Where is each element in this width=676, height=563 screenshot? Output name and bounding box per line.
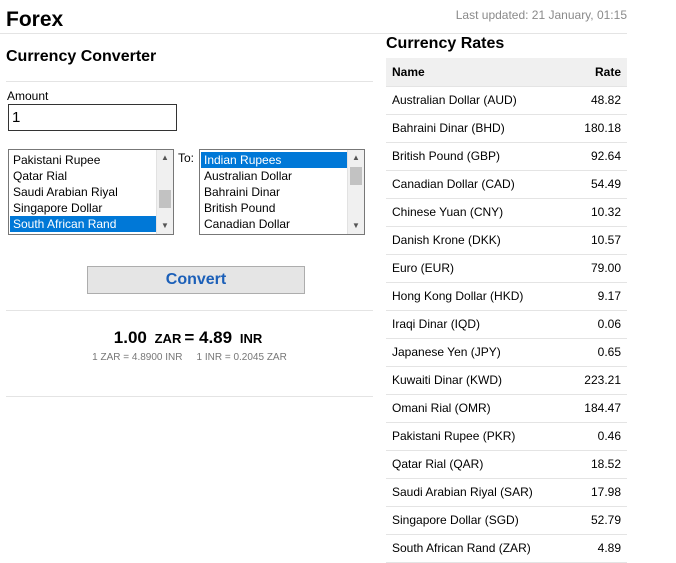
currency-rate: 184.47: [568, 394, 627, 423]
list-option[interactable]: Canadian Dollar: [201, 216, 347, 232]
scroll-down-arrow-icon[interactable]: ▼: [348, 218, 364, 234]
table-row: Danish Krone (DKK) 10.57: [386, 226, 627, 255]
list-option[interactable]: Singapore Dollar: [10, 200, 156, 216]
list-option[interactable]: Australian Dollar: [201, 168, 347, 184]
table-row: Euro (EUR) 79.00: [386, 254, 627, 283]
currency-rate: 79.00: [568, 254, 627, 283]
result-from-code: ZAR: [154, 331, 182, 346]
rate-forward: 1 ZAR = 4.8900 INR: [92, 352, 183, 363]
currency-rate: 48.82: [568, 86, 627, 115]
currency-name: Singapore Dollar (SGD): [386, 506, 569, 535]
currency-name: Omani Rial (OMR): [386, 394, 569, 423]
table-row: Kuwaiti Dinar (KWD) 223.21: [386, 366, 627, 395]
currency-rate: 0.06: [568, 310, 627, 339]
currency-rate: 18.52: [568, 450, 627, 479]
scroll-up-arrow-icon[interactable]: ▲: [157, 150, 173, 166]
scroll-thumb[interactable]: [350, 167, 362, 185]
table-row: British Pound (GBP) 92.64: [386, 142, 627, 171]
scroll-thumb[interactable]: [159, 190, 171, 208]
to-listbox-scrollbar[interactable]: ▲ ▼: [347, 150, 364, 234]
app-title: Forex: [6, 8, 64, 31]
currency-rate: 223.21: [568, 366, 627, 395]
result-from-amount: 1.00: [113, 328, 147, 347]
currency-rate: 17.98: [568, 478, 627, 507]
amount-input[interactable]: [8, 104, 177, 131]
convert-button[interactable]: Convert: [87, 266, 305, 294]
currency-rate: 54.49: [568, 170, 627, 199]
currency-rate: 52.79: [568, 506, 627, 535]
currency-name: British Pound (GBP): [386, 142, 569, 171]
table-header-row: Name Rate: [386, 58, 627, 87]
currency-name: Pakistani Rupee (PKR): [386, 422, 569, 451]
table-row: Iraqi Dinar (IQD) 0.06: [386, 310, 627, 339]
table-row: Saudi Arabian Riyal (SAR) 17.98: [386, 478, 627, 507]
list-option[interactable]: British Pound: [201, 200, 347, 216]
table-row: Australian Dollar (AUD) 48.82: [386, 86, 627, 115]
scroll-up-arrow-icon[interactable]: ▲: [348, 150, 364, 166]
currency-name: Australian Dollar (AUD): [386, 86, 569, 115]
currency-rate: 9.17: [568, 282, 627, 311]
list-option[interactable]: Saudi Arabian Riyal: [10, 184, 156, 200]
currency-name: Iraqi Dinar (IQD): [386, 310, 569, 339]
to-currency-listbox[interactable]: Indian Rupees Australian Dollar Bahraini D…: [199, 149, 365, 235]
divider: [6, 310, 373, 311]
result-to-amount: 4.89: [199, 328, 233, 347]
currency-rate: 92.64: [568, 142, 627, 171]
currency-rate: 10.57: [568, 226, 627, 255]
conversion-result: 1.00 ZAR = 4.89 INR: [6, 328, 373, 348]
list-option[interactable]: Indian Rupees: [201, 152, 347, 168]
column-header-rate: Rate: [568, 58, 627, 87]
currency-rates-table: Name Rate Australian Dollar (AUD) 48.82 Ba…: [386, 58, 627, 563]
amount-label: Amount: [7, 89, 49, 103]
currency-name: Bahraini Dinar (BHD): [386, 114, 569, 143]
list-option[interactable]: Qatar Rial: [10, 168, 156, 184]
currency-name: Qatar Rial (QAR): [386, 450, 569, 479]
page-header: Forex Last updated: 21 January, 01:15: [0, 0, 627, 34]
to-currency-options: Indian Rupees Australian Dollar Bahraini D…: [201, 152, 347, 232]
conversion-rates-detail: 1 ZAR = 4.8900 INR 1 INR = 0.2045 ZAR: [6, 352, 373, 363]
result-to-code: INR: [239, 331, 263, 346]
last-updated-timestamp: Last updated: 21 January, 01:15: [455, 8, 627, 22]
table-row: Bahraini Dinar (BHD) 180.18: [386, 114, 627, 143]
divider: [6, 81, 373, 82]
column-header-name: Name: [386, 58, 569, 87]
table-row: Chinese Yuan (CNY) 10.32: [386, 198, 627, 227]
table-row: Qatar Rial (QAR) 18.52: [386, 450, 627, 479]
table-row: Hong Kong Dollar (HKD) 9.17: [386, 282, 627, 311]
currency-rate: 0.46: [568, 422, 627, 451]
currency-name: Chinese Yuan (CNY): [386, 198, 569, 227]
converter-title: Currency Converter: [6, 48, 157, 65]
list-option[interactable]: Pakistani Rupee: [10, 152, 156, 168]
table-row: Pakistani Rupee (PKR) 0.46: [386, 422, 627, 451]
list-option[interactable]: Bahraini Dinar: [201, 184, 347, 200]
currency-rate: 4.89: [568, 534, 627, 563]
currency-rate: 10.32: [568, 198, 627, 227]
from-listbox-scrollbar[interactable]: ▲ ▼: [156, 150, 173, 234]
table-row: South African Rand (ZAR) 4.89: [386, 534, 627, 563]
table-row: Canadian Dollar (CAD) 54.49: [386, 170, 627, 199]
currency-name: Euro (EUR): [386, 254, 569, 283]
currency-name: Kuwaiti Dinar (KWD): [386, 366, 569, 395]
currency-rate: 180.18: [568, 114, 627, 143]
result-equals: =: [184, 328, 195, 347]
currency-name: Saudi Arabian Riyal (SAR): [386, 478, 569, 507]
from-currency-options: Pakistani Rupee Qatar Rial Saudi Arabian R…: [10, 152, 156, 232]
currency-name: Canadian Dollar (CAD): [386, 170, 569, 199]
table-row: Singapore Dollar (SGD) 52.79: [386, 506, 627, 535]
currency-rate: 0.65: [568, 338, 627, 367]
divider: [6, 396, 373, 397]
currency-name: Danish Krone (DKK): [386, 226, 569, 255]
scroll-down-arrow-icon[interactable]: ▼: [157, 218, 173, 234]
table-row: Japanese Yen (JPY) 0.65: [386, 338, 627, 367]
rates-title: Currency Rates: [386, 35, 505, 52]
currency-name: Japanese Yen (JPY): [386, 338, 569, 367]
list-option[interactable]: South African Rand: [10, 216, 156, 232]
to-label: To:: [178, 151, 195, 165]
currency-name: South African Rand (ZAR): [386, 534, 569, 563]
table-row: Omani Rial (OMR) 184.47: [386, 394, 627, 423]
rates-table-body: Australian Dollar (AUD) 48.82 Bahraini Din…: [386, 86, 627, 563]
rate-reverse: 1 INR = 0.2045 ZAR: [196, 352, 287, 363]
from-currency-listbox[interactable]: Pakistani Rupee Qatar Rial Saudi Arabian R…: [8, 149, 174, 235]
currency-name: Hong Kong Dollar (HKD): [386, 282, 569, 311]
